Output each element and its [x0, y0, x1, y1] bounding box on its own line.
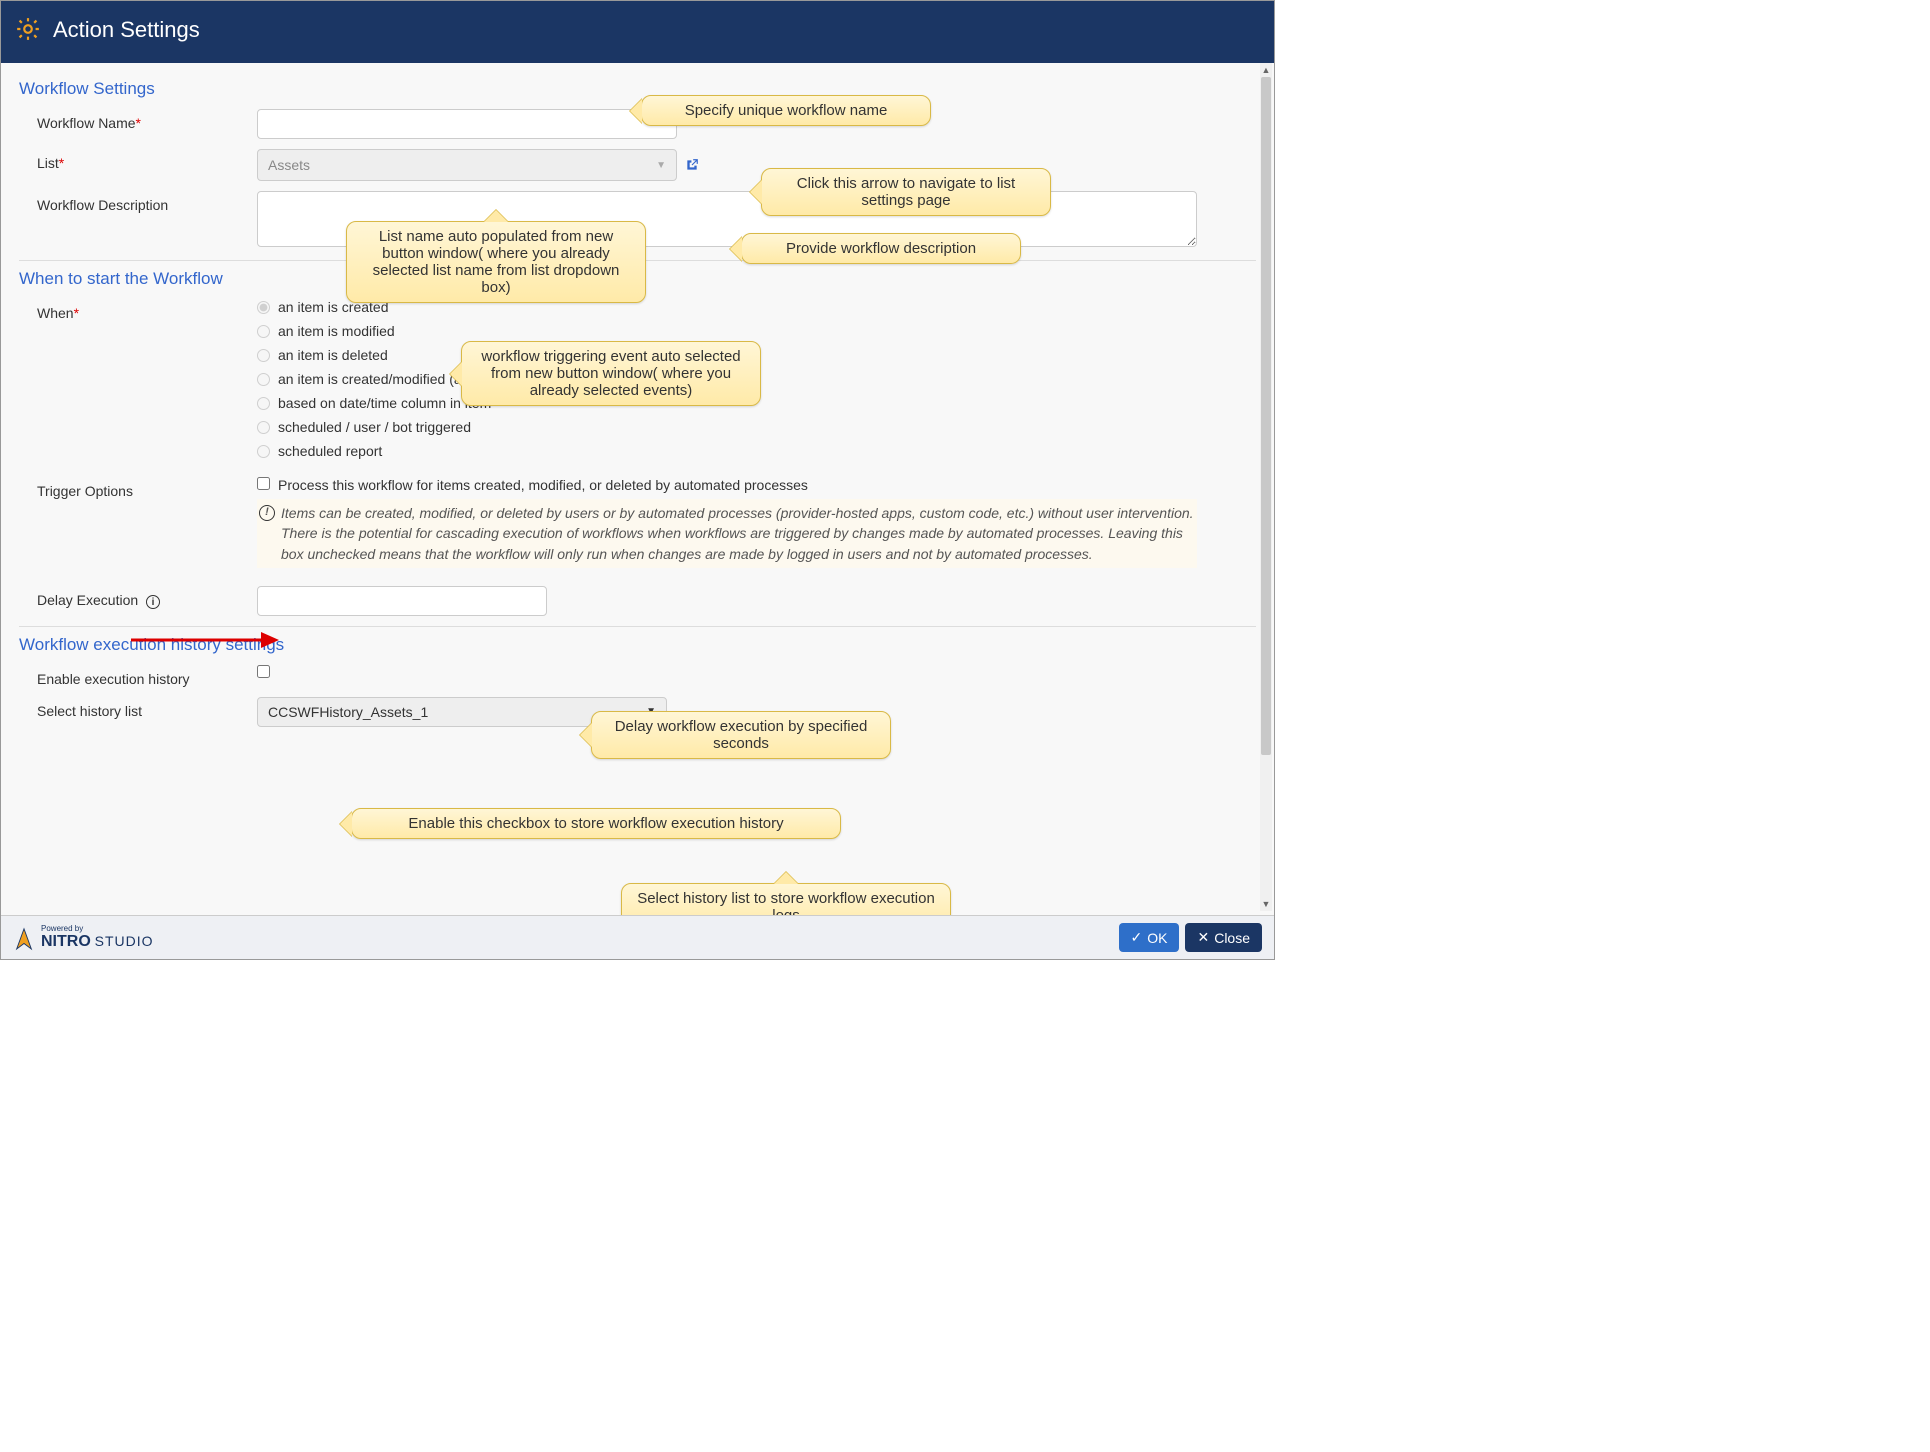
- info-icon: !: [259, 505, 275, 521]
- scroll-up-icon[interactable]: ▲: [1260, 63, 1272, 77]
- label-when: When*: [37, 299, 257, 321]
- label-workflow-name: Workflow Name*: [37, 109, 257, 131]
- label-select-history-list: Select history list: [37, 697, 257, 719]
- list-select[interactable]: Assets ▼: [257, 149, 677, 181]
- info-icon[interactable]: i: [146, 595, 160, 609]
- trigger-hint: ! Items can be created, modified, or del…: [257, 499, 1197, 568]
- label-enable-history: Enable execution history: [37, 665, 257, 687]
- scroll-down-icon[interactable]: ▼: [1260, 897, 1272, 911]
- gear-icon: [15, 16, 41, 45]
- trigger-automated-checkbox[interactable]: [257, 477, 270, 490]
- enable-history-checkbox[interactable]: [257, 665, 270, 678]
- brand-logo: Powered by NITRO STUDIO: [13, 925, 154, 951]
- callout-enable-history: Enable this checkbox to store workflow e…: [351, 808, 841, 839]
- callout-when-auto: workflow triggering event auto selected …: [461, 341, 761, 406]
- when-option-report[interactable]: scheduled report: [257, 443, 1256, 459]
- when-option-scheduled[interactable]: scheduled / user / bot triggered: [257, 419, 1256, 435]
- delay-execution-input[interactable]: [257, 586, 547, 616]
- callout-delay: Delay workflow execution by specified se…: [591, 711, 891, 759]
- check-icon: ✓: [1131, 929, 1143, 946]
- when-option-modified[interactable]: an item is modified: [257, 323, 1256, 339]
- callout-list-nav: Click this arrow to navigate to list set…: [761, 168, 1051, 216]
- close-button[interactable]: ✕ Close: [1185, 923, 1262, 952]
- section-workflow-settings: Workflow Settings: [19, 79, 1256, 99]
- trigger-automated-label: Process this workflow for items created,…: [278, 477, 808, 493]
- form-body: Workflow Settings Workflow Name* List* A…: [1, 63, 1274, 915]
- callout-workflow-name: Specify unique workflow name: [641, 95, 931, 126]
- close-icon: ✕: [1197, 929, 1209, 946]
- page-title: Action Settings: [53, 17, 200, 43]
- label-trigger-options: Trigger Options: [37, 477, 257, 499]
- label-list: List*: [37, 149, 257, 171]
- annotation-arrow-icon: [131, 628, 281, 652]
- scrollbar-thumb[interactable]: [1261, 77, 1271, 755]
- ok-button[interactable]: ✓ OK: [1119, 923, 1180, 952]
- workflow-name-input[interactable]: [257, 109, 677, 139]
- label-delay-execution: Delay Execution i: [37, 586, 257, 610]
- callout-list-auto: List name auto populated from new button…: [346, 221, 646, 303]
- vertical-scrollbar[interactable]: ▲ ▼: [1260, 63, 1272, 911]
- chevron-down-icon: ▼: [656, 160, 666, 171]
- titlebar: Action Settings: [1, 1, 1274, 59]
- list-settings-link-icon[interactable]: [685, 158, 699, 172]
- footer: Powered by NITRO STUDIO ✓ OK ✕ Close: [1, 915, 1274, 959]
- callout-description: Provide workflow description: [741, 233, 1021, 264]
- label-workflow-description: Workflow Description: [37, 191, 257, 213]
- callout-select-history: Select history list to store workflow ex…: [621, 883, 951, 915]
